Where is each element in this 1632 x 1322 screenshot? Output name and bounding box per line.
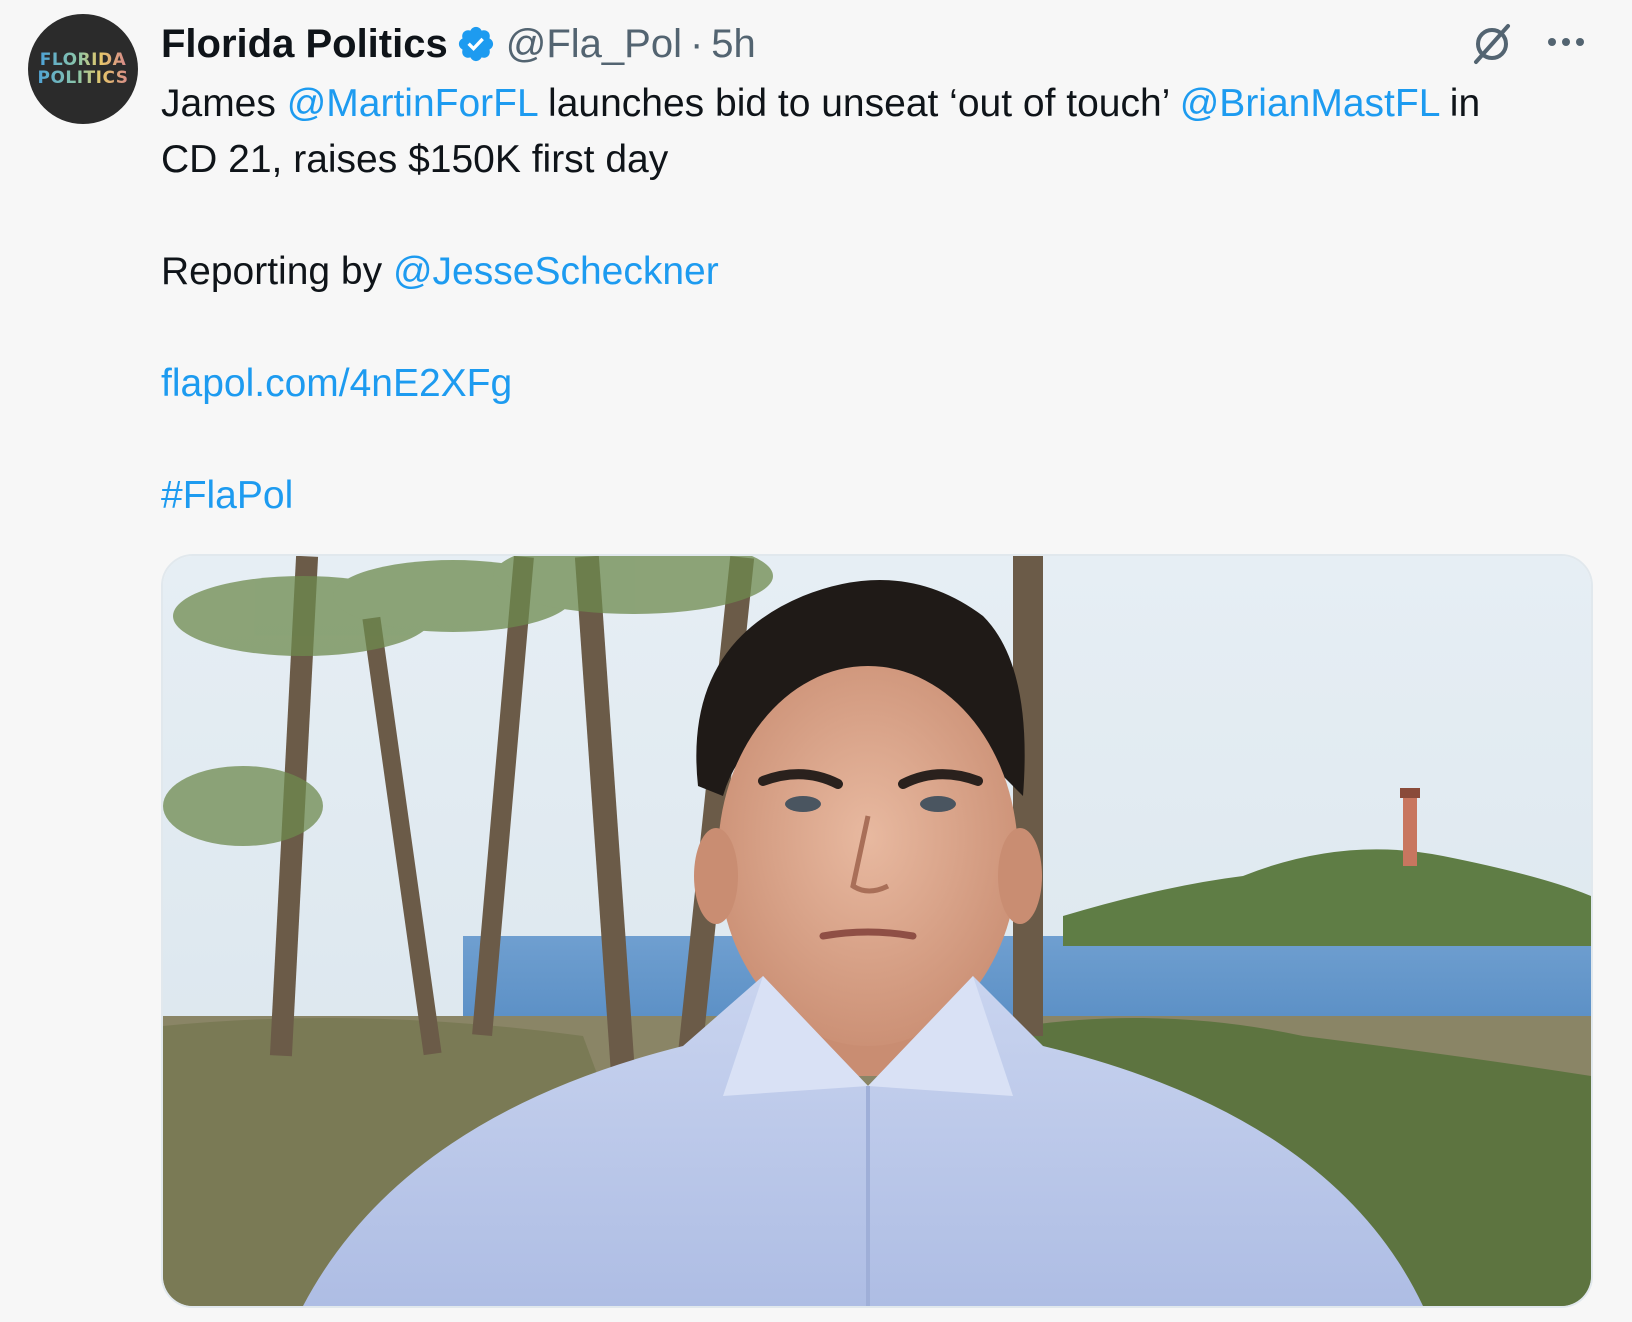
separator-dot: · xyxy=(689,21,704,66)
photo-illustration xyxy=(163,556,1591,1306)
tweet-text-part1: James xyxy=(161,82,287,125)
handle[interactable]: @Fla_Pol xyxy=(506,22,682,67)
avatar[interactable]: FLORIDA POLITICS xyxy=(28,14,138,124)
tweet-text: James @MartinForFL launches bid to unsea… xyxy=(161,76,1601,524)
more-icon[interactable] xyxy=(1542,20,1590,68)
mention-brianmastfl[interactable]: @BrianMastFL xyxy=(1180,82,1439,125)
mention-jessescheckner[interactable]: @JesseScheckner xyxy=(393,250,719,293)
person-eye-left xyxy=(785,796,821,812)
reporting-line: Reporting by @JesseScheckner xyxy=(161,244,1601,300)
reporting-prefix: Reporting by xyxy=(161,250,393,293)
tweet[interactable]: FLORIDA POLITICS Florida Politics @Fla_P… xyxy=(0,0,1632,1322)
hashtag-flapol[interactable]: #FlaPol xyxy=(161,468,1601,524)
tweet-line-1: James @MartinForFL launches bid to unsea… xyxy=(161,76,1601,132)
verified-badge-icon xyxy=(458,26,493,62)
avatar-text-line2: POLITICS xyxy=(37,68,129,88)
person-eye-right xyxy=(920,796,956,812)
tweet-text-part3: in xyxy=(1438,82,1481,125)
lighthouse-top xyxy=(1400,788,1420,798)
avatar-text-line1: FLORIDA xyxy=(39,50,127,70)
person-ear-right xyxy=(998,828,1042,924)
mention-martinforfl[interactable]: @MartinForFL xyxy=(287,82,538,125)
timestamp[interactable]: 5h xyxy=(711,22,756,67)
tweet-media-photo[interactable] xyxy=(161,554,1593,1308)
display-name[interactable]: Florida Politics xyxy=(161,22,448,67)
lighthouse xyxy=(1403,796,1417,866)
article-link[interactable]: flapol.com/4nE2XFg xyxy=(161,356,1601,412)
tweet-header: Florida Politics @Fla_Pol · 5h xyxy=(161,14,756,74)
tweet-text-part2: launches bid to unseat ‘out of touch’ xyxy=(537,82,1180,125)
person-ear-left xyxy=(694,828,738,924)
tweet-line-2: CD 21, raises $150K first day xyxy=(161,138,669,181)
grok-icon[interactable] xyxy=(1468,20,1516,68)
person-mouth xyxy=(819,928,917,940)
